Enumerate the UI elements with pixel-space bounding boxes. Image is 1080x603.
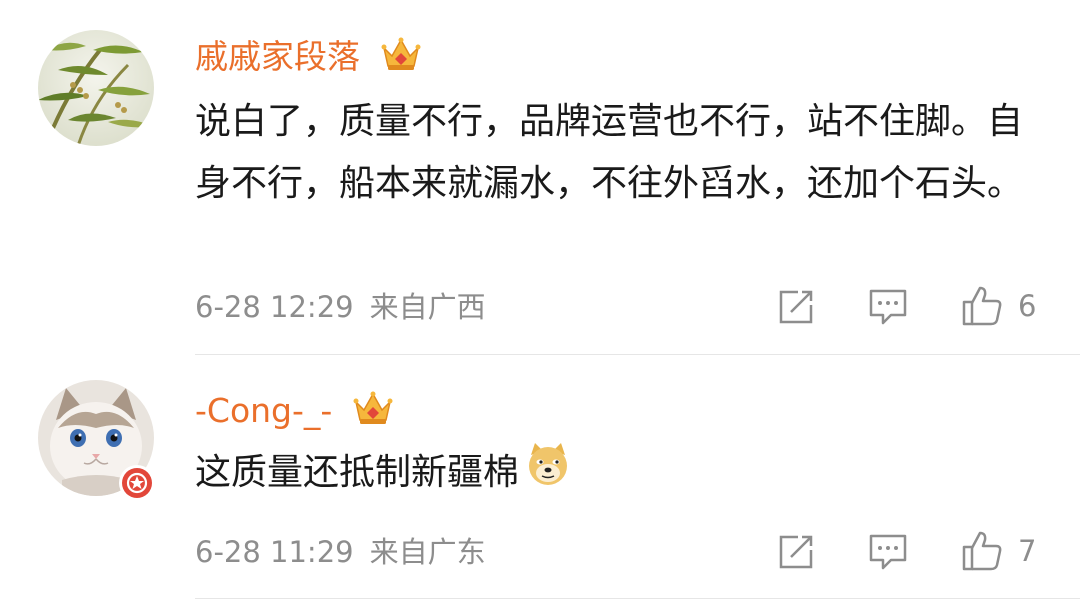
share-icon[interactable] (776, 287, 816, 331)
crown-icon (353, 390, 393, 435)
crown-icon (381, 36, 421, 81)
comment-date: 6-28 11:29 (195, 535, 354, 569)
username-text[interactable]: 戚戚家段落 (195, 37, 360, 76)
comment-divider (195, 354, 1080, 355)
like-count: 7 (1018, 534, 1037, 568)
share-icon[interactable] (776, 532, 816, 576)
comment-date: 6-28 12:29 (195, 290, 354, 324)
bamboo-avatar-icon (38, 30, 154, 146)
username[interactable]: 戚戚家段落 (195, 36, 421, 81)
comment-text: 说白了，质量不行，品牌运营也不行，站不住脚。自身不行，船本来就漏水，不往外舀水，… (195, 101, 1024, 204)
comment-text: 这质量还抵制新疆棉 (195, 452, 520, 493)
comment-item: -Cong-_- 这质量还抵制新疆棉 6-28 11:29 来自广东 7 (0, 356, 1080, 603)
comment-text-line: 这质量还抵制新疆棉 (195, 441, 1055, 507)
comment-icon[interactable] (867, 287, 909, 331)
like-icon[interactable] (960, 284, 1004, 332)
comment-icon[interactable] (867, 532, 909, 576)
doge-emoji-icon (525, 441, 571, 507)
username-text[interactable]: -Cong-_- (195, 391, 332, 430)
comment-divider (195, 598, 1080, 599)
comment-location: 来自广东 (369, 535, 486, 569)
comment-meta: 6-28 12:29 来自广西 (195, 287, 486, 327)
verified-badge-icon (118, 464, 156, 502)
comment-location: 来自广西 (369, 290, 486, 324)
username[interactable]: -Cong-_- (195, 390, 393, 435)
like-count: 6 (1018, 289, 1037, 323)
comment-meta: 6-28 11:29 来自广东 (195, 532, 486, 572)
like-icon[interactable] (960, 529, 1004, 577)
comment-item: 戚戚家段落 说白了，质量不行，品牌运营也不行，站不住脚。自身不行，船本来就漏水，… (0, 0, 1080, 350)
avatar[interactable] (38, 30, 154, 146)
